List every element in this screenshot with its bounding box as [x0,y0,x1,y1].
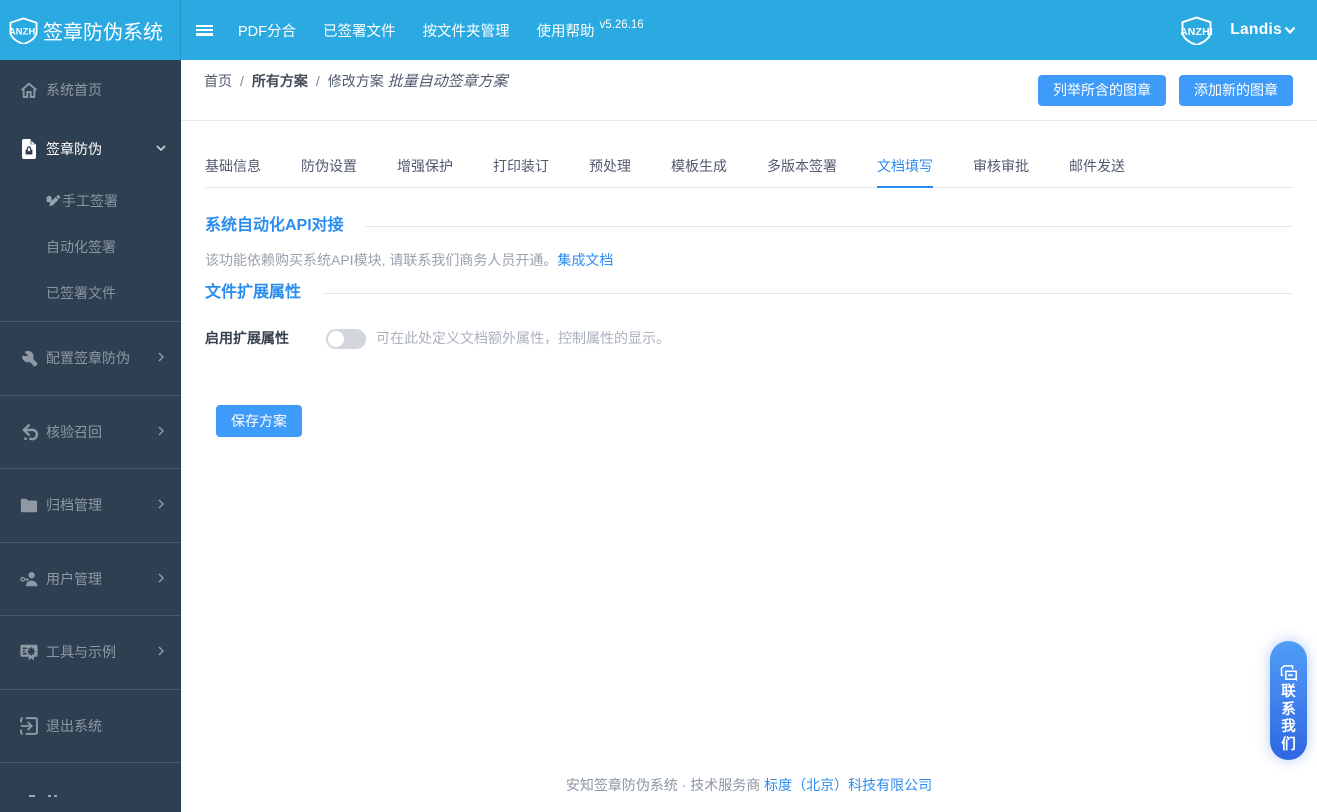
svg-text:ANZHI: ANZHI [9,26,38,36]
svg-text:ANZHI: ANZHI [1181,26,1212,38]
